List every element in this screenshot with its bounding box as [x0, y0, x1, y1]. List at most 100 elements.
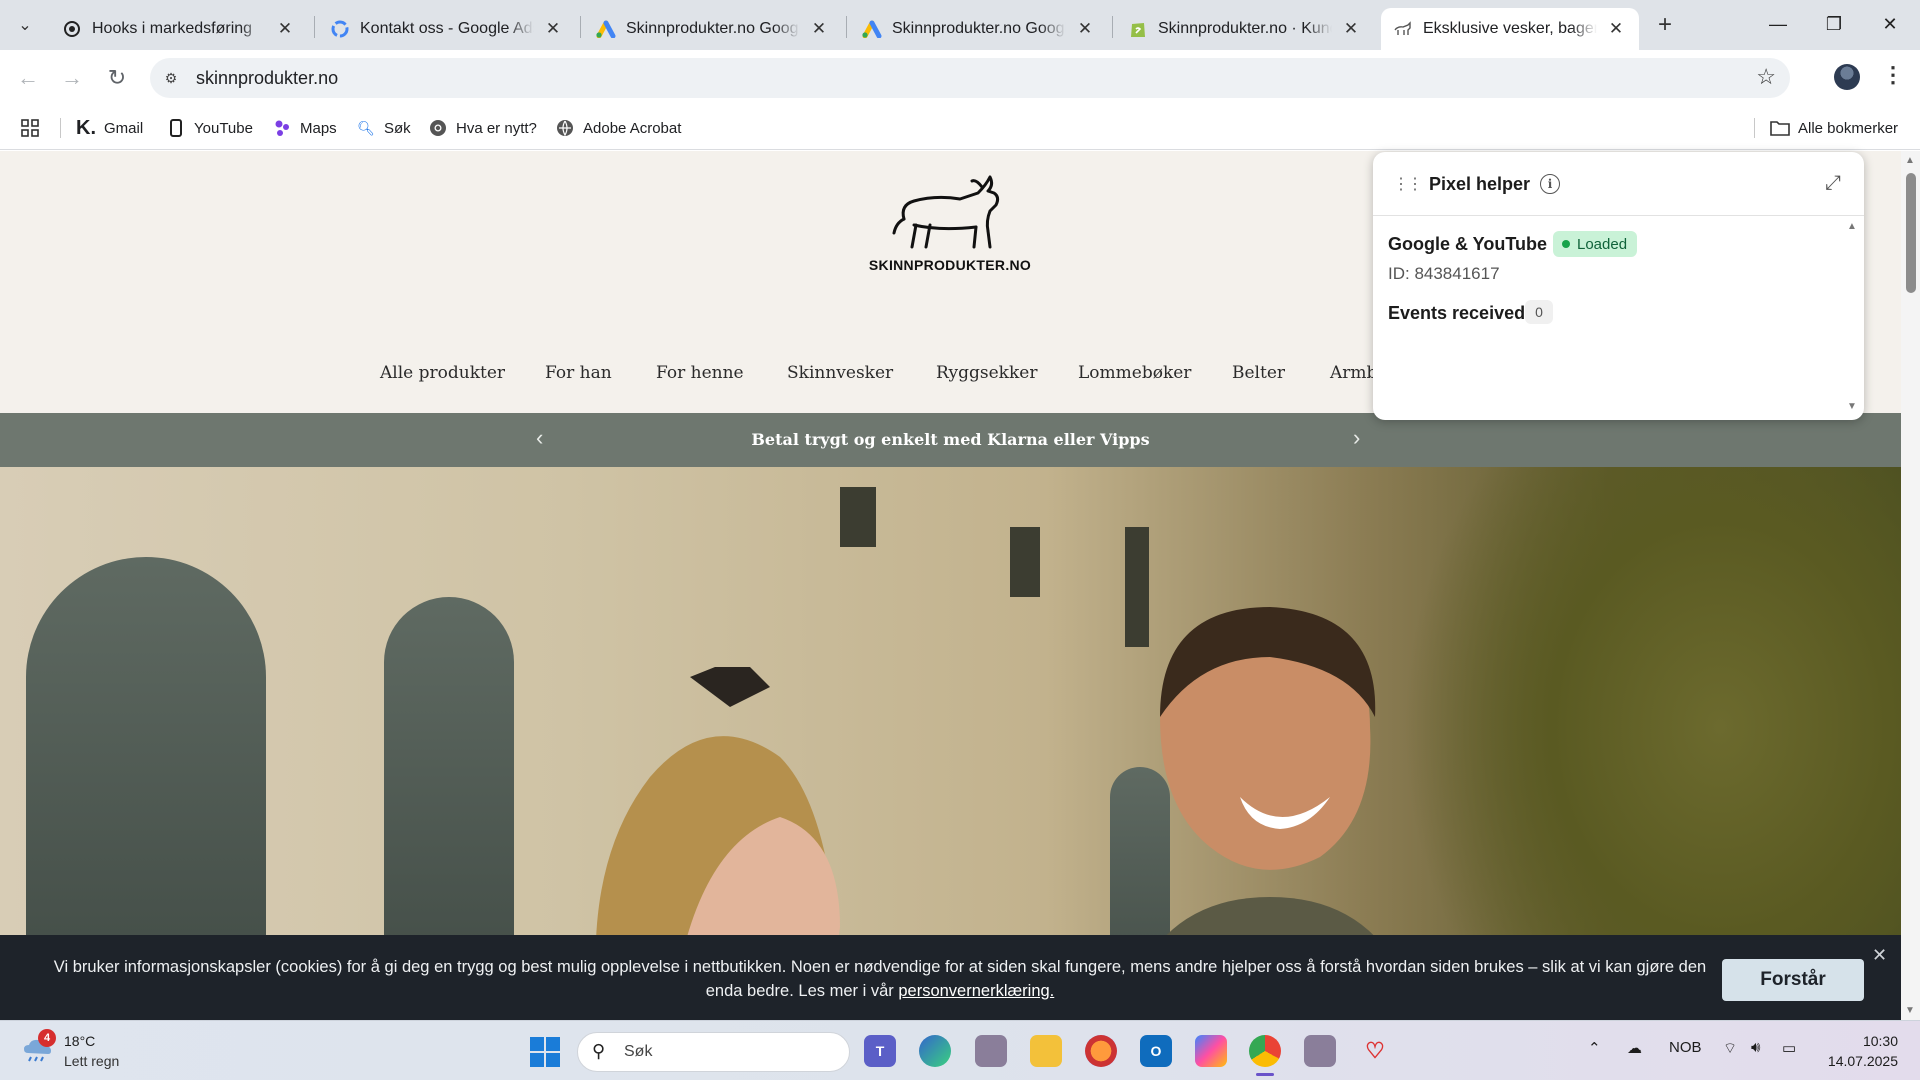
firefox-icon[interactable] [1085, 1035, 1117, 1067]
heart-app-icon[interactable]: ♡ [1359, 1035, 1391, 1067]
folder-icon [1770, 118, 1790, 138]
new-tab-button[interactable]: + [1650, 10, 1680, 40]
back-button[interactable]: ← [12, 62, 44, 94]
system-clock[interactable]: 10:30 14.07.2025 [1800, 1031, 1898, 1071]
expand-icon[interactable]: ⤢ [1825, 172, 1841, 195]
tab-strip: ⌄ Hooks i markedsføring ✕ Kontakt oss - … [0, 0, 1920, 50]
bookmark-adobe-acrobat[interactable]: Adobe Acrobat [555, 116, 681, 140]
scroll-up-icon[interactable]: ▲ [1905, 155, 1915, 166]
close-icon[interactable]: ✕ [1605, 18, 1627, 40]
info-icon[interactable]: i [1540, 174, 1560, 194]
page-scrollbar[interactable]: ▲ ▼ [1901, 151, 1920, 1020]
tab-separator [1112, 16, 1113, 38]
search-icon: ⚲ [592, 1041, 606, 1061]
forward-button[interactable]: → [56, 62, 88, 94]
bookmark-label: Hva er nytt? [456, 119, 537, 137]
apps-button[interactable] [20, 116, 48, 140]
chrome-icon[interactable] [1249, 1035, 1281, 1067]
bookmark-sok[interactable]: 🔍︎ Søk [356, 116, 411, 140]
windows-start-icon[interactable] [530, 1037, 560, 1067]
chevron-up-icon[interactable]: ⌃ [1588, 1039, 1601, 1057]
close-icon[interactable]: ✕ [274, 18, 296, 40]
all-bookmarks-button[interactable]: Alle bokmerker [1770, 116, 1898, 140]
reload-button[interactable]: ↻ [101, 62, 133, 94]
scrollbar-thumb[interactable] [1906, 173, 1916, 293]
app-icon[interactable] [975, 1035, 1007, 1067]
klarna-k-icon: K. [76, 116, 96, 139]
tag-name: Google & YouTube [1388, 234, 1547, 254]
bookmark-star-icon[interactable]: ☆ [1756, 64, 1776, 90]
profile-avatar[interactable] [1834, 64, 1860, 90]
language-indicator[interactable]: NOB [1669, 1039, 1702, 1056]
drag-handle-icon[interactable]: ⋮⋮ [1393, 174, 1423, 194]
address-bar[interactable]: ⚙ skinnprodukter.no ☆ [150, 58, 1790, 98]
pixel-helper-title: Pixel helper [1429, 174, 1531, 194]
tab-shopify[interactable]: Skinnprodukter.no · Kunde ✕ [1116, 8, 1374, 50]
battery-icon[interactable]: ▭ [1782, 1039, 1796, 1057]
url-text[interactable]: skinnprodukter.no [196, 68, 338, 89]
nav-armb[interactable]: Armb [1330, 363, 1377, 383]
file-explorer-icon[interactable] [1030, 1035, 1062, 1067]
plus-icon: + [1657, 11, 1672, 38]
app-icon[interactable] [1304, 1035, 1336, 1067]
google-icon [330, 19, 350, 39]
chevron-right-icon[interactable]: › [1353, 425, 1360, 451]
taskbar-search[interactable]: ⚲ Søk [577, 1032, 850, 1072]
close-icon[interactable]: ✕ [808, 18, 830, 40]
minimize-icon: — [1769, 13, 1787, 34]
tab-title: Kontakt oss - Google Ads [360, 20, 534, 37]
privacy-policy-link[interactable]: personvernerklæring. [898, 982, 1054, 1000]
arrow-right-icon: → [61, 65, 83, 90]
restore-button[interactable]: ❐ [1806, 0, 1862, 48]
maps-icon [272, 118, 292, 138]
nav-for-henne[interactable]: For henne [656, 363, 744, 383]
wifi-icon[interactable]: ⌔ [1723, 1039, 1737, 1058]
scroll-up-icon[interactable]: ▲ [1847, 221, 1857, 232]
tab-skinnprodukter[interactable]: Eksklusive vesker, bager og ✕ [1381, 8, 1639, 50]
site-settings-icon[interactable]: ⚙ [160, 67, 182, 89]
nav-ryggsekker[interactable]: Ryggsekker [936, 363, 1037, 383]
close-icon[interactable]: ✕ [1340, 18, 1362, 40]
browser-menu-icon[interactable]: ⋮ [1882, 62, 1904, 88]
volume-icon[interactable]: 🔊︎ [1751, 1039, 1760, 1056]
close-icon[interactable]: ✕ [1872, 945, 1887, 966]
m365-icon[interactable] [1195, 1035, 1227, 1067]
bookmark-youtube[interactable]: YouTube [166, 116, 253, 140]
nav-belter[interactable]: Belter [1232, 363, 1285, 383]
bookmark-label: YouTube [194, 119, 253, 137]
tab-kontakt[interactable]: Kontakt oss - Google Ads ✕ [318, 8, 576, 50]
nav-for-han[interactable]: For han [545, 363, 612, 383]
close-icon[interactable]: ✕ [542, 18, 564, 40]
outlook-icon[interactable]: O [1140, 1035, 1172, 1067]
browser-toolbar: ← → ↻ ⚙ skinnprodukter.no ☆ ⋮ [0, 50, 1920, 106]
onedrive-icon[interactable]: ☁ [1627, 1039, 1642, 1057]
minimize-button[interactable]: — [1750, 0, 1806, 48]
pixel-helper-header: ⋮⋮ Pixel helper i ⤢ [1373, 152, 1864, 216]
announcement-bar: ‹ Betal trygt og enkelt med Klarna eller… [0, 413, 1901, 467]
teams-icon[interactable]: T [864, 1035, 896, 1067]
events-label: Events received [1388, 303, 1526, 323]
tab-ads-1[interactable]: Skinnprodukter.no Google ✕ [584, 8, 842, 50]
nav-skinnvesker[interactable]: Skinnvesker [787, 363, 893, 383]
close-icon: ✕ [1882, 13, 1898, 34]
clock-date: 14.07.2025 [1827, 1053, 1898, 1069]
tab-hooks[interactable]: Hooks i markedsføring ✕ [50, 8, 308, 50]
close-window-button[interactable]: ✕ [1862, 0, 1918, 48]
tab-search-button[interactable]: ⌄ [10, 10, 40, 40]
shopify-icon [1128, 19, 1148, 39]
scroll-down-icon[interactable]: ▼ [1847, 401, 1857, 412]
close-icon[interactable]: ✕ [1074, 18, 1096, 40]
site-logo[interactable]: SKINNPRODUKTER.NO [860, 171, 1040, 281]
nav-lommeboker[interactable]: Lommebøker [1078, 363, 1191, 383]
nav-alle-produkter[interactable]: Alle produkter [380, 363, 505, 383]
scroll-down-icon[interactable]: ▼ [1905, 1005, 1915, 1016]
edge-icon[interactable] [919, 1035, 951, 1067]
cookie-accept-button[interactable]: Forstår [1722, 959, 1864, 1001]
temperature: 18°C [64, 1033, 96, 1049]
bookmark-hva-er-nytt[interactable]: Hva er nytt? [428, 116, 537, 140]
cookie-message: Vi bruker informasjonskapsler (cookies) … [53, 958, 1707, 1000]
cookie-banner: Vi bruker informasjonskapsler (cookies) … [0, 935, 1901, 1020]
bookmark-maps[interactable]: Maps [272, 116, 337, 140]
tab-ads-2[interactable]: Skinnprodukter.no Google ✕ [850, 8, 1108, 50]
bookmark-gmail[interactable]: K. Gmail [76, 116, 143, 140]
